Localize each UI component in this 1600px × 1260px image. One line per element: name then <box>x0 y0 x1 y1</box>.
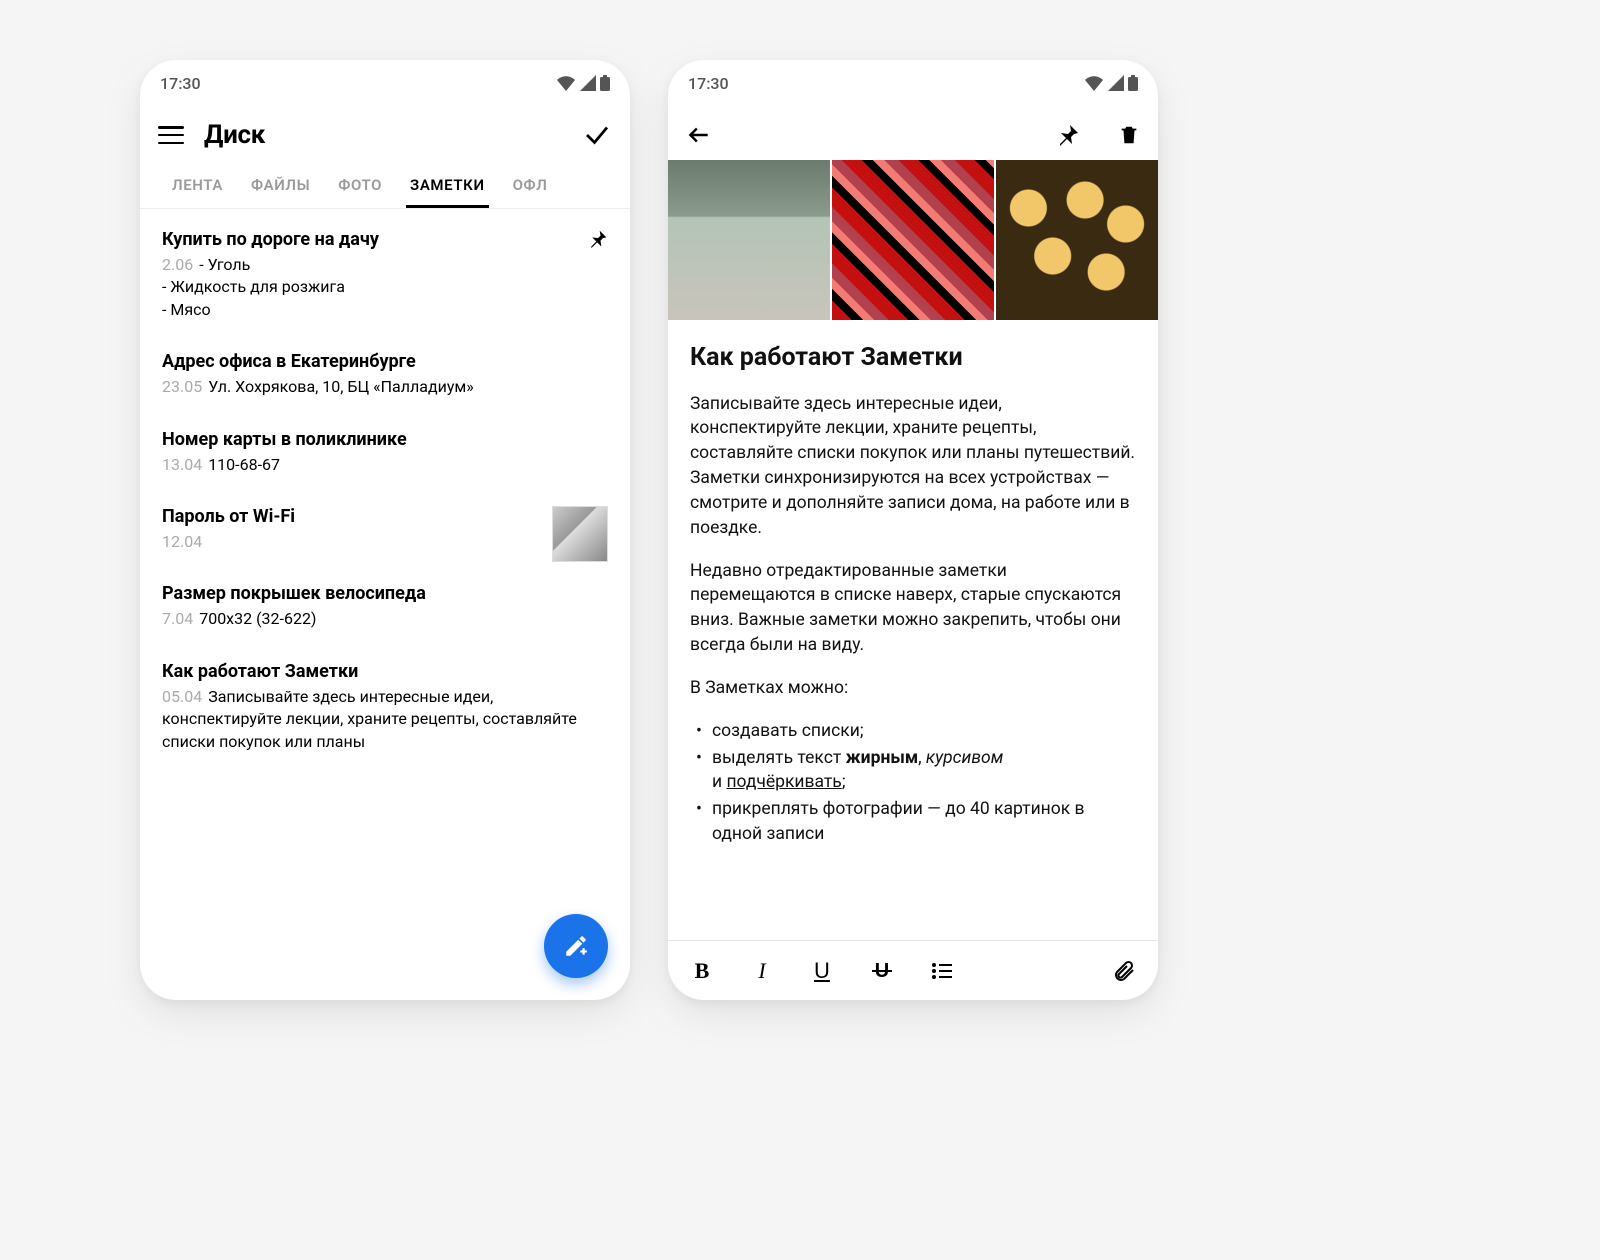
battery-icon <box>600 75 610 91</box>
note-date: 23.05 <box>162 377 202 396</box>
editor-toolbar: B I U U <box>668 940 1158 1000</box>
note-body-line: 05.04Записывайте здесь интересные идеи, … <box>162 686 608 753</box>
status-icons <box>1084 75 1138 91</box>
wifi-icon <box>556 75 576 91</box>
note-bullet-list: создавать списки; выделять текст жирным,… <box>690 719 1136 847</box>
status-icons <box>556 75 610 91</box>
note-item[interactable]: Купить по дороге на дачу 2.06- Уголь - Ж… <box>140 215 630 337</box>
note-date: 13.04 <box>162 455 202 474</box>
note-date: 12.04 <box>162 532 202 551</box>
underline-button[interactable]: U <box>808 957 836 985</box>
note-item[interactable]: Номер карты в поликлинике 13.04110-68-67 <box>140 415 630 492</box>
notes-list[interactable]: Купить по дороге на дачу 2.06- Уголь - Ж… <box>140 209 630 1000</box>
note-paragraph: В Заметках можно: <box>690 676 1136 701</box>
tab-notes[interactable]: ЗАМЕТКИ <box>396 164 499 208</box>
note-title: Номер карты в поликлинике <box>162 429 608 450</box>
note-date: 2.06 <box>162 255 193 274</box>
tab-files[interactable]: ФАЙЛЫ <box>237 164 324 208</box>
status-bar: 17:30 <box>668 60 1158 106</box>
note-title: Купить по дороге на дачу <box>162 229 608 250</box>
note-body-line: 7.04700х32 (32-622) <box>162 608 608 630</box>
done-icon[interactable] <box>582 120 612 150</box>
note-item[interactable]: Пароль от Wi-Fi 12.04 <box>140 492 630 569</box>
list-icon <box>930 959 954 983</box>
note-paragraph: Записывайте здесь интересные идеи, консп… <box>690 392 1136 541</box>
note-body-line: 12.04 <box>162 531 608 553</box>
strikethrough-icon: U <box>870 959 894 983</box>
signal-icon <box>580 75 596 91</box>
attachment-image-strip[interactable] <box>668 160 1158 320</box>
note-thumbnail <box>552 506 608 562</box>
list-item: создавать списки; <box>690 719 1136 744</box>
status-bar: 17:30 <box>140 60 630 106</box>
note-editor-body[interactable]: Как работают Заметки Записывайте здесь и… <box>668 320 1158 940</box>
wifi-icon <box>1084 75 1104 91</box>
note-title: Размер покрышек велосипеда <box>162 583 608 604</box>
delete-button[interactable] <box>1118 123 1140 147</box>
list-item: прикреплять фотографии — до 40 картинок … <box>690 797 1136 847</box>
note-date: 05.04 <box>162 687 202 706</box>
note-title: Пароль от Wi-Fi <box>162 506 608 527</box>
note-body-line: 2.06- Уголь <box>162 254 608 276</box>
note-title: Как работают Заметки <box>162 661 608 682</box>
attach-button[interactable] <box>1110 957 1138 985</box>
note-item[interactable]: Как работают Заметки 05.04Записывайте зд… <box>140 647 630 769</box>
app-title: Диск <box>204 120 265 150</box>
paperclip-icon <box>1112 959 1136 983</box>
tab-feed[interactable]: ЛЕНТА <box>158 164 237 208</box>
bullet-list-button[interactable] <box>928 957 956 985</box>
note-item[interactable]: Размер покрышек велосипеда 7.04700х32 (3… <box>140 569 630 646</box>
battery-icon <box>1128 75 1138 91</box>
note-paragraph: Недавно отредактированные заметки переме… <box>690 559 1136 658</box>
attachment-image[interactable] <box>832 160 994 320</box>
new-note-fab[interactable] <box>544 914 608 978</box>
compose-icon <box>563 933 589 959</box>
status-time: 17:30 <box>160 74 201 93</box>
note-item[interactable]: Адрес офиса в Екатеринбурге 23.05Ул. Хох… <box>140 337 630 414</box>
note-date: 7.04 <box>162 609 193 628</box>
note-body-line: - Жидкость для розжига <box>162 276 608 298</box>
note-title: Адрес офиса в Екатеринбурге <box>162 351 608 372</box>
attachment-image[interactable] <box>668 160 830 320</box>
list-item: выделять текст жирным, курсивом и подчёр… <box>690 746 1136 796</box>
tab-offline[interactable]: ОФЛ <box>499 164 562 208</box>
pin-icon <box>588 229 608 249</box>
app-bar <box>668 106 1158 164</box>
bold-button[interactable]: B <box>688 957 716 985</box>
note-body-line: 13.04110-68-67 <box>162 454 608 476</box>
phone-notes-list: 17:30 Диск ЛЕНТА ФАЙЛЫ ФОТО ЗАМЕТКИ ОФЛ … <box>140 60 630 1000</box>
signal-icon <box>1108 75 1124 91</box>
attachment-image[interactable] <box>996 160 1158 320</box>
note-body-line: - Мясо <box>162 299 608 321</box>
phone-note-detail: 17:30 Как работают Заметки Записывайте з… <box>668 60 1158 1000</box>
italic-button[interactable]: I <box>748 957 776 985</box>
back-icon[interactable] <box>686 122 712 148</box>
note-heading: Как работают Заметки <box>690 340 1136 376</box>
pin-button[interactable] <box>1056 123 1080 147</box>
tab-photo[interactable]: ФОТО <box>324 164 396 208</box>
tabs: ЛЕНТА ФАЙЛЫ ФОТО ЗАМЕТКИ ОФЛ <box>140 164 630 209</box>
app-bar: Диск <box>140 106 630 164</box>
menu-icon[interactable] <box>158 126 184 144</box>
strikethrough-button[interactable]: U <box>868 957 896 985</box>
status-time: 17:30 <box>688 74 729 93</box>
note-body-line: 23.05Ул. Хохрякова, 10, БЦ «Палладиум» <box>162 376 608 398</box>
